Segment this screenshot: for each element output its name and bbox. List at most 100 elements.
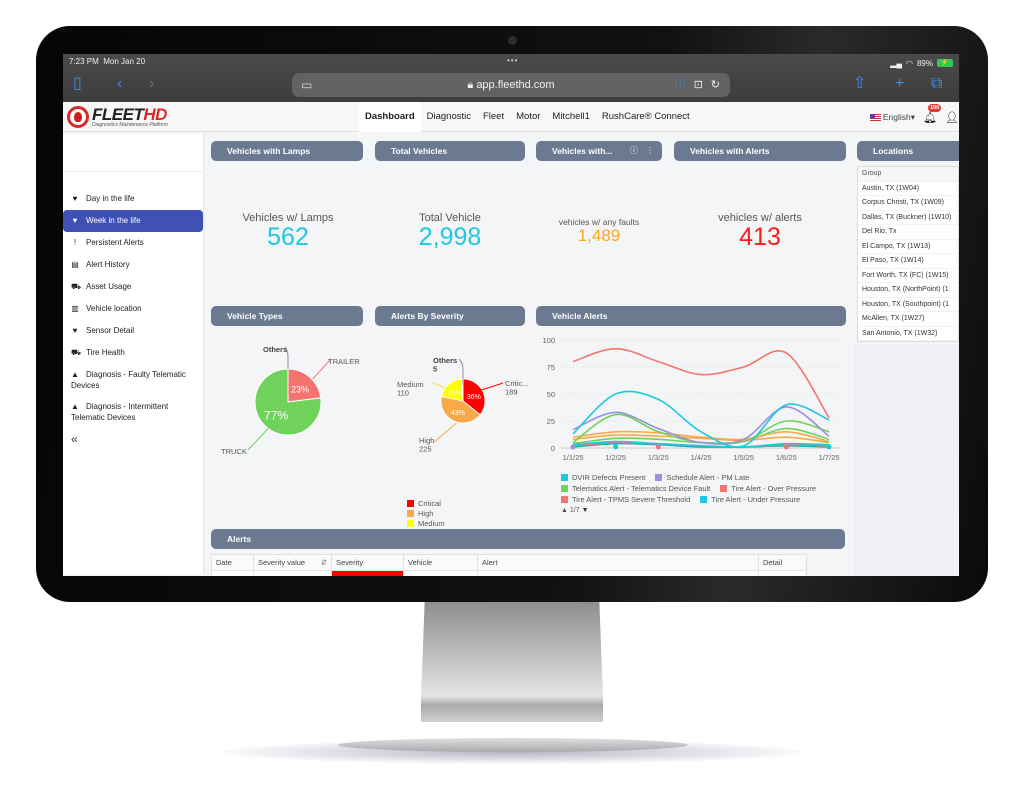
legend-prev-icon[interactable]: ▲	[561, 507, 568, 514]
forward-icon[interactable]: ›	[149, 75, 154, 93]
info-icon[interactable]: ⓘ	[675, 73, 686, 97]
location-row[interactable]: Fort Worth, TX (FC) (1W15)	[858, 269, 958, 283]
legend-item[interactable]: Schedule Alert - PM Late	[655, 473, 749, 483]
vehicle-alerts-line-chart: 0 25 50 75 100 1/1/25 1/2/25 1/3/25 1/4/25 1/5/25…	[542, 336, 841, 462]
kpi-value: 2,998	[418, 223, 482, 251]
alerts-by-severity-pie-chart: 36% 43% 21% Others 5 Critic... 189 Medium 110 Hig…	[397, 356, 528, 454]
label-truck: TRUCK	[221, 447, 247, 456]
sidebar-item-sensor-detail[interactable]: ♥ Sensor Detail	[63, 320, 203, 342]
location-row[interactable]: McAllen, TX (1W27)	[858, 312, 958, 327]
nav-rushcare-connect[interactable]: RushCare® Connect	[596, 102, 696, 132]
panel-header-alerts-by-severity: Alerts By Severity	[375, 306, 525, 326]
nav-motor[interactable]: Motor	[510, 102, 546, 132]
sidebar-item-tire-health[interactable]: ⛟ Tire Health	[63, 342, 203, 364]
location-row[interactable]: San Antonio, TX (1W32)	[858, 327, 958, 341]
location-row[interactable]: Houston, TX (NorthPoint) (1	[858, 283, 958, 298]
battery-icon: ⚡	[937, 59, 953, 67]
x-tick-label: 1/3/25	[648, 453, 669, 462]
legend-item[interactable]: DVIR Defects Present	[561, 473, 645, 483]
data-point[interactable]	[613, 444, 619, 450]
sidebar-item-persistent-alerts[interactable]: ! Persistent Alerts	[63, 232, 203, 254]
legend-item[interactable]: Telematics Alert - Telematics Device Fau…	[561, 484, 710, 494]
new-tab-icon[interactable]: +	[895, 75, 904, 93]
column-alert[interactable]: Alert	[477, 554, 759, 571]
language-select[interactable]: English▾	[869, 112, 915, 123]
legend-item[interactable]: Tire Alert - Over Pressure	[720, 484, 816, 494]
sidebar-item-vehicle-location[interactable]: ▥ Vehicle location	[63, 298, 203, 320]
user-icon[interactable]: 👤︎	[945, 111, 959, 124]
info-icon[interactable]: ⓘ	[630, 141, 638, 161]
sidebar-item-diagnosis-faulty[interactable]: ▲ Diagnosis - Faulty Telematic Devices	[63, 364, 203, 396]
sidebar-icon[interactable]: ▯	[73, 75, 82, 93]
collapse-sidebar-button[interactable]: «	[63, 428, 203, 450]
location-row[interactable]: El Paso, TX (1W14)	[858, 254, 958, 269]
location-row[interactable]: Dallas, TX (Buckner) (1W10)	[858, 211, 958, 225]
location-row[interactable]: Houston, TX (Southpoint) (1	[858, 298, 958, 312]
locations-column-group[interactable]: Group	[858, 167, 958, 182]
us-flag-icon	[869, 113, 881, 121]
table-row[interactable]	[211, 570, 807, 576]
location-row[interactable]: Del Rio, Tx	[858, 225, 958, 240]
vehicle-types-pie-chart: 23% 77% Others TRAILER TRUCK	[221, 345, 360, 456]
nav-diagnostic[interactable]: Diagnostic	[421, 102, 477, 132]
logo-icon	[67, 106, 89, 128]
detail-link[interactable]	[758, 570, 807, 576]
data-point[interactable]	[826, 444, 832, 450]
sidebar-item-alert-history[interactable]: ▤ Alert History	[63, 254, 203, 276]
back-icon[interactable]: ‹	[117, 75, 122, 93]
legend-item-critical[interactable]: Critical	[407, 499, 449, 508]
fleethd-logo[interactable]: FLEETHD Diagnostics Maintenance Platform	[67, 106, 168, 128]
heart-pulse-icon: ♥	[72, 326, 78, 335]
sidebar-item-day-in-the-life[interactable]: ♥ Day in the life	[63, 188, 203, 210]
sidebar-item-week-in-the-life[interactable]: ♥ Week in the life	[63, 210, 203, 232]
data-point[interactable]	[783, 444, 789, 450]
sort-icon[interactable]: ⇵	[321, 558, 327, 567]
nav-dashboard[interactable]: Dashboard	[359, 102, 421, 132]
slice-percent-label: 21%	[448, 390, 462, 397]
column-date[interactable]: Date	[211, 554, 254, 571]
severity-cell	[331, 570, 404, 576]
data-point[interactable]	[655, 444, 661, 450]
warning-icon: ▲	[71, 370, 79, 379]
column-vehicle[interactable]: Vehicle	[403, 554, 478, 571]
data-point[interactable]	[570, 444, 576, 450]
more-menu-icon[interactable]: ⋮	[646, 141, 654, 161]
nav-fleet[interactable]: Fleet	[477, 102, 510, 132]
share-icon[interactable]: ⇧	[853, 75, 866, 93]
leader-line-truck	[247, 428, 269, 451]
notifications-button[interactable]: 🔔︎ 100	[923, 103, 942, 124]
column-severity[interactable]: Severity	[331, 554, 404, 571]
kpi-value: 413	[739, 223, 781, 251]
screen: 7:23 PM Mon Jan 20 ▂▄ ◠ 89% ⚡ ••• ▯ ‹ › …	[63, 54, 959, 576]
x-tick-label: 1/7/25	[819, 453, 840, 462]
location-row[interactable]: Austin, TX (1W04)	[858, 182, 958, 196]
legend-item[interactable]: Tire Alert - TPMS Severe Threshold	[561, 495, 690, 505]
legend-item-medium[interactable]: Medium	[407, 519, 449, 528]
wifi-icon: ◠	[906, 58, 913, 68]
tabs-icon[interactable]: ⧉	[931, 75, 942, 93]
tab-icon[interactable]: ▭	[301, 73, 312, 97]
sidebar-menu: ♥ Day in the life ♥ Week in the life ! Pers…	[63, 172, 203, 450]
sidebar-item-asset-usage[interactable]: ⛟ Asset Usage	[63, 276, 203, 298]
notification-badge: 100	[928, 103, 942, 112]
logo-tagline: Diagnostics Maintenance Platform	[92, 121, 168, 128]
sidebar-item-diagnosis-intermittent[interactable]: ▲ Diagnosis - Intermittent Telematic Devi…	[63, 396, 203, 428]
extension-icon[interactable]: ⊡	[694, 73, 703, 97]
nav-mitchell1[interactable]: Mitchell1	[546, 102, 596, 132]
reload-icon[interactable]: ↻	[711, 73, 720, 97]
truck-icon: ⛟	[71, 348, 82, 357]
column-severity-value[interactable]: Severity value ⇵	[253, 554, 332, 571]
location-row[interactable]: Corpus Christi, TX (1W09)	[858, 196, 958, 211]
url-bar[interactable]: ▭ 🔒︎ app.fleethd.com ⓘ ⊡ ↻	[292, 73, 730, 97]
multitask-dots[interactable]: •••	[507, 56, 518, 65]
y-tick-label: 75	[547, 363, 555, 372]
panel-header-vehicles-with-faults: Vehicles with... ⓘ ⋮	[536, 141, 662, 161]
vehicle-alerts-legend: DVIR Defects Present Schedule Alert - PM …	[561, 473, 851, 507]
top-nav: Dashboard Diagnostic Fleet Motor Mitchel…	[359, 102, 696, 132]
legend-item-high[interactable]: High	[407, 509, 449, 518]
location-row[interactable]: El Campo, TX (1W13)	[858, 240, 958, 254]
legend-item[interactable]: Tire Alert - Under Pressure	[700, 495, 800, 505]
legend-next-icon[interactable]: ▼	[582, 507, 589, 514]
column-detail[interactable]: Detail	[758, 554, 807, 571]
status-date: Mon Jan 20	[103, 57, 146, 66]
